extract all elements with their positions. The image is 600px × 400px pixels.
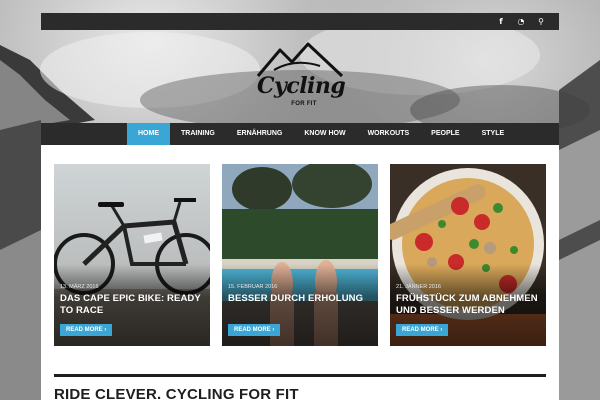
nav-item-know-how[interactable]: KNOW HOW: [293, 123, 356, 145]
nav-item-training[interactable]: TRAINING: [170, 123, 226, 145]
nav-item-workouts[interactable]: WORKOUTS: [357, 123, 421, 145]
content-panel: 13. MÄRZ 2016 DAS CAPE EPIC BIKE: READY …: [41, 145, 559, 400]
logo-wordmark: Cycling: [257, 73, 346, 99]
post-title[interactable]: BESSER DURCH ERHOLUNG: [228, 293, 374, 305]
section-divider: [54, 374, 546, 377]
post-card-bike[interactable]: 13. MÄRZ 2016 DAS CAPE EPIC BIKE: READY …: [54, 164, 210, 346]
site-logo[interactable]: Cycling FOR FIT: [250, 40, 350, 114]
post-card-breakfast[interactable]: 21. JÄNNER 2016 FRÜHSTÜCK ZUM ABNEHMEN U…: [390, 164, 546, 346]
read-more-button[interactable]: READ MORE ›: [228, 324, 281, 336]
main-navigation: HOME TRAINING ERNÄHRUNG KNOW HOW WORKOUT…: [41, 123, 559, 145]
post-title[interactable]: DAS CAPE EPIC BIKE: READY TO RACE: [60, 293, 206, 317]
post-date: 15. FEBRUAR 2016: [228, 284, 278, 290]
nav-item-ernaehrung[interactable]: ERNÄHRUNG: [226, 123, 294, 145]
nav-item-home[interactable]: HOME: [127, 123, 170, 145]
nav-item-people[interactable]: PEOPLE: [420, 123, 470, 145]
post-card-recovery[interactable]: 15. FEBRUAR 2016 BESSER DURCH ERHOLUNG R…: [222, 164, 378, 346]
section-heading: RIDE CLEVER. CYCLING FOR FIT: [54, 386, 299, 400]
post-title[interactable]: FRÜHSTÜCK ZUM ABNEHMEN UND BESSER WERDEN: [396, 293, 542, 317]
post-date: 13. MÄRZ 2016: [60, 284, 99, 290]
top-bar: f ◔ ⚲: [41, 13, 559, 30]
nav-item-style[interactable]: STYLE: [471, 123, 516, 145]
read-more-button[interactable]: READ MORE ›: [396, 324, 449, 336]
logo-tagline: FOR FIT: [291, 101, 317, 107]
post-date: 21. JÄNNER 2016: [396, 284, 441, 290]
facebook-icon[interactable]: f: [497, 13, 505, 30]
search-icon[interactable]: ⚲: [537, 13, 545, 30]
rss-icon[interactable]: ◔: [517, 13, 525, 30]
read-more-button[interactable]: READ MORE ›: [60, 324, 113, 336]
